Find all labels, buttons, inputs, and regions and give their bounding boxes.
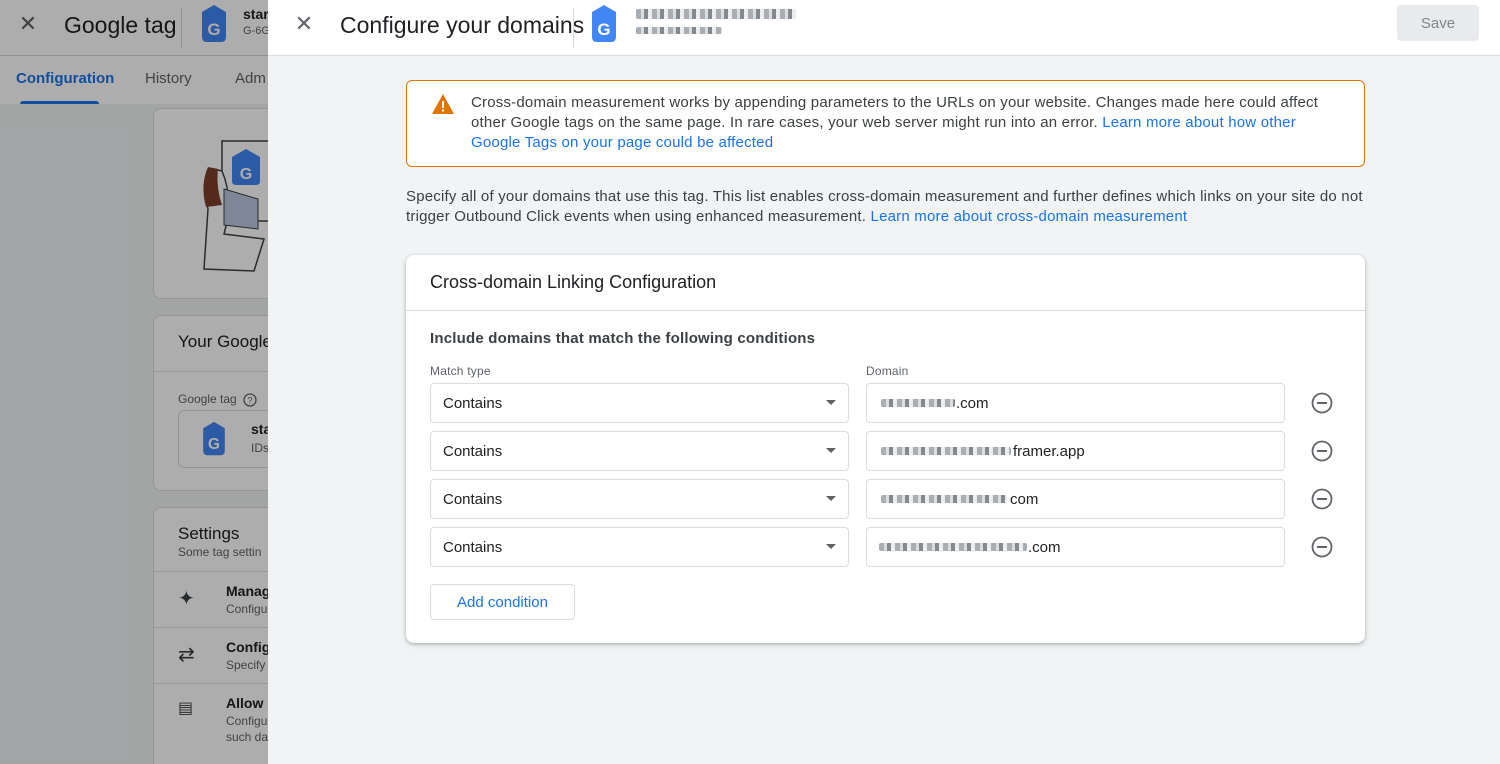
domain-input[interactable]: com <box>866 479 1285 519</box>
match-type-select[interactable]: Contains <box>430 383 849 423</box>
warning-text: Cross-domain measurement works by append… <box>471 93 1346 153</box>
remove-circle-icon[interactable] <box>1311 440 1333 462</box>
domain-suffix: framer.app <box>1013 443 1085 460</box>
config-title: Cross-domain Linking Configuration <box>430 272 717 292</box>
domain-suffix: .com <box>1028 539 1061 556</box>
warning-banner: Cross-domain measurement works by append… <box>406 80 1365 167</box>
warning-icon <box>432 94 454 114</box>
specify-paragraph: Specify all of your domains that use thi… <box>406 187 1366 227</box>
save-button[interactable]: Save <box>1397 5 1479 41</box>
domain-input[interactable]: framer.app <box>866 431 1285 471</box>
remove-circle-icon[interactable] <box>1311 392 1333 414</box>
redacted-domain <box>879 543 1027 551</box>
redacted-tag-id <box>636 27 722 34</box>
close-icon[interactable]: ✕ <box>292 12 316 36</box>
redacted-tag-name <box>636 9 796 19</box>
conditions-heading: Include domains that match the following… <box>430 330 816 347</box>
match-type-select[interactable]: Contains <box>430 479 849 519</box>
remove-circle-icon[interactable] <box>1311 488 1333 510</box>
match-type-value: Contains <box>443 443 503 460</box>
redacted-domain <box>881 399 955 407</box>
domain-label: Domain <box>866 364 909 378</box>
chevron-down-icon <box>826 544 836 549</box>
cross-domain-learn-more-link[interactable]: Learn more about cross-domain measuremen… <box>871 208 1188 225</box>
chevron-down-icon <box>826 448 836 453</box>
configure-domains-sheet: ✕ Configure your domains G Save Cross-do… <box>268 0 1500 764</box>
match-type-select[interactable]: Contains <box>430 431 849 471</box>
match-type-label: Match type <box>430 364 491 378</box>
cross-domain-config-card: Cross-domain Linking Configuration Inclu… <box>406 255 1365 643</box>
match-type-value: Contains <box>443 539 503 556</box>
sheet-title: Configure your domains <box>340 12 585 38</box>
match-type-value: Contains <box>443 491 503 508</box>
google-tag-icon: G <box>592 5 616 42</box>
chevron-down-icon <box>826 400 836 405</box>
chevron-down-icon <box>826 496 836 501</box>
domain-input[interactable]: .com <box>866 527 1285 567</box>
header-divider <box>573 8 574 48</box>
remove-circle-icon[interactable] <box>1311 536 1333 558</box>
svg-text:G: G <box>597 20 610 39</box>
domain-input[interactable]: .com <box>866 383 1285 423</box>
match-type-select[interactable]: Contains <box>430 527 849 567</box>
domain-suffix: .com <box>956 395 989 412</box>
match-type-value: Contains <box>443 395 503 412</box>
config-divider <box>406 310 1365 311</box>
sheet-header: ✕ Configure your domains G Save <box>268 0 1500 56</box>
domain-suffix: com <box>1010 491 1039 508</box>
add-condition-button[interactable]: Add condition <box>430 584 575 620</box>
redacted-domain <box>881 495 1007 503</box>
redacted-domain <box>881 447 1011 455</box>
